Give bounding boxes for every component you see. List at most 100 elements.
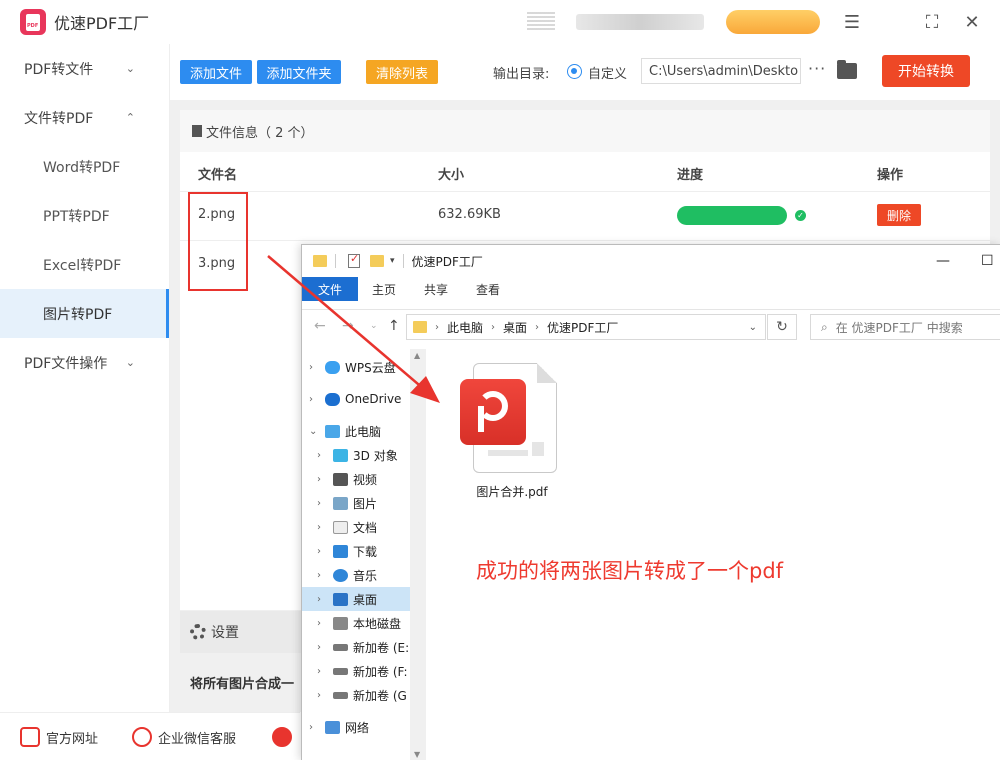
scroll-down-icon[interactable]: ▼ bbox=[414, 750, 420, 759]
search-icon: ⌕ bbox=[821, 319, 828, 334]
add-file-button[interactable]: 添加文件 bbox=[180, 60, 252, 84]
breadcrumb-item[interactable]: 优速PDF工厂 bbox=[547, 319, 618, 336]
footer-link-label: 企业微信客服 bbox=[158, 731, 237, 747]
search-input[interactable]: ⌕ 在 优速PDF工厂 中搜索 bbox=[810, 314, 1000, 340]
tab-view[interactable]: 查看 bbox=[462, 277, 514, 301]
qq-link[interactable] bbox=[272, 727, 298, 747]
file-size-cell: 632.69KB bbox=[438, 207, 501, 222]
nav-item-volume-g[interactable]: › 新加卷 (G bbox=[302, 683, 410, 707]
gear-icon bbox=[190, 624, 206, 640]
column-header-name: 文件名 bbox=[198, 168, 238, 183]
chevron-right-icon: › bbox=[535, 321, 540, 333]
sidebar-item-pdf-to-file[interactable]: PDF转文件 ⌄ bbox=[0, 44, 169, 93]
nav-label: 新加卷 (G bbox=[353, 688, 407, 703]
file-info-title: 文件信息（ 2 个） bbox=[206, 125, 314, 141]
sidebar-item-label: PDF文件操作 bbox=[24, 355, 108, 372]
chevron-down-icon: ⌄ bbox=[125, 356, 135, 369]
nav-label: 新加卷 (F: bbox=[353, 664, 408, 679]
refresh-icon[interactable]: ↻ bbox=[767, 314, 797, 340]
sidebar-item-label: Word转PDF bbox=[43, 159, 121, 176]
chevron-right-icon: › bbox=[309, 721, 313, 733]
chevron-right-icon: › bbox=[317, 593, 321, 605]
nav-item-local-disk[interactable]: › 本地磁盘 bbox=[302, 611, 410, 635]
check-icon: ✓ bbox=[795, 210, 806, 221]
drive-icon bbox=[333, 616, 348, 630]
qq-icon bbox=[272, 727, 292, 747]
output-dir-label: 输出目录: bbox=[493, 67, 550, 82]
toolbar: 添加文件 添加文件夹 清除列表 输出目录: 自定义 C:\Users\admin… bbox=[170, 44, 1000, 100]
nav-item-volume-f[interactable]: › 新加卷 (F: bbox=[302, 659, 410, 683]
nav-label: 此电脑 bbox=[345, 424, 382, 439]
picture-icon bbox=[333, 496, 348, 510]
sidebar-item-ppt-to-pdf[interactable]: PPT转PDF bbox=[0, 191, 169, 240]
nav-item-downloads[interactable]: › 下载 bbox=[302, 539, 410, 563]
chevron-right-icon: › bbox=[317, 497, 321, 509]
nav-item-documents[interactable]: › 文档 bbox=[302, 515, 410, 539]
sidebar-item-label: 图片转PDF bbox=[43, 306, 113, 323]
close-icon[interactable]: ✕ bbox=[960, 10, 984, 34]
document-icon bbox=[192, 125, 202, 137]
chevron-right-icon: › bbox=[317, 665, 321, 677]
drive-icon bbox=[333, 667, 348, 675]
sidebar-item-label: PDF转文件 bbox=[24, 61, 94, 78]
nav-label: 音乐 bbox=[353, 568, 378, 583]
footer-link-label: 官方网址 bbox=[46, 731, 99, 747]
pdf-file-name[interactable]: 图片合并.pdf bbox=[462, 483, 562, 500]
clear-list-button[interactable]: 清除列表 bbox=[366, 60, 438, 84]
footer: 官方网址 企业微信客服 bbox=[0, 712, 300, 760]
sidebar-item-file-to-pdf[interactable]: 文件转PDF ⌃ bbox=[0, 93, 169, 142]
column-header-progress: 进度 bbox=[677, 168, 704, 183]
chevron-right-icon: › bbox=[317, 689, 321, 701]
divider bbox=[180, 240, 990, 241]
folder-icon[interactable] bbox=[837, 60, 857, 79]
maximize-icon[interactable]: ⛶ bbox=[920, 10, 944, 34]
column-header-size: 大小 bbox=[438, 168, 465, 183]
search-placeholder: 在 优速PDF工厂 中搜索 bbox=[835, 320, 963, 335]
nav-item-network[interactable]: › 网络 bbox=[302, 715, 410, 739]
sidebar-item-excel-to-pdf[interactable]: Excel转PDF bbox=[0, 240, 169, 289]
nav-item-desktop[interactable]: › 桌面 bbox=[302, 587, 410, 611]
custom-radio-label[interactable]: 自定义 bbox=[588, 63, 627, 82]
file-info-header: 文件信息（ 2 个） bbox=[180, 110, 990, 152]
start-convert-button[interactable]: 开始转换 bbox=[882, 55, 970, 87]
official-site-link[interactable]: 官方网址 bbox=[20, 727, 98, 747]
output-path-field[interactable]: C:\Users\admin\Deskto bbox=[641, 58, 801, 84]
nav-label: 新加卷 (E: bbox=[353, 640, 410, 655]
menu-icon[interactable]: ☰ bbox=[840, 10, 864, 34]
more-options-icon[interactable]: ··· bbox=[808, 59, 826, 78]
nav-item-videos[interactable]: › 视频 bbox=[302, 467, 410, 491]
address-bar[interactable]: › 此电脑 › 桌面 › 优速PDF工厂 ⌄ bbox=[406, 314, 766, 340]
app-logo-icon bbox=[20, 9, 46, 35]
chevron-right-icon: › bbox=[317, 569, 321, 581]
nav-item-3d-objects[interactable]: › 3D 对象 bbox=[302, 443, 410, 467]
nav-item-music[interactable]: › 音乐 bbox=[302, 563, 410, 587]
video-icon bbox=[333, 472, 348, 486]
chevron-right-icon: › bbox=[317, 521, 321, 533]
wecom-service-link[interactable]: 企业微信客服 bbox=[132, 727, 236, 747]
cube-icon bbox=[333, 448, 348, 462]
nav-label: 文档 bbox=[353, 520, 378, 535]
merge-images-option[interactable]: 将所有图片合成一 bbox=[190, 673, 294, 692]
nav-label: 下载 bbox=[353, 544, 378, 559]
sidebar-item-image-to-pdf[interactable]: 图片转PDF bbox=[0, 289, 169, 338]
pdf-file-icon[interactable] bbox=[460, 361, 558, 475]
music-icon bbox=[333, 568, 348, 582]
document-icon bbox=[333, 520, 348, 534]
nav-item-pictures[interactable]: › 图片 bbox=[302, 491, 410, 515]
add-folder-button[interactable]: 添加文件夹 bbox=[257, 60, 341, 84]
nav-item-volume-e[interactable]: › 新加卷 (E: bbox=[302, 635, 410, 659]
desktop-icon bbox=[333, 592, 348, 606]
minimize-icon[interactable]: — bbox=[936, 253, 950, 269]
breadcrumb-item[interactable]: 桌面 bbox=[503, 319, 527, 336]
chevron-right-icon: › bbox=[317, 545, 321, 557]
sidebar-item-label: 文件转PDF bbox=[24, 110, 94, 127]
delete-button[interactable]: 删除 bbox=[877, 204, 921, 226]
maximize-icon[interactable]: ☐ bbox=[981, 253, 994, 269]
nav-item-this-pc[interactable]: ⌄ 此电脑 bbox=[302, 419, 410, 443]
promo-button[interactable] bbox=[726, 10, 820, 34]
sidebar-item-word-to-pdf[interactable]: Word转PDF bbox=[0, 142, 169, 191]
sidebar: PDF转文件 ⌄ 文件转PDF ⌃ Word转PDF PPT转PDF Excel… bbox=[0, 44, 170, 712]
chevron-down-icon[interactable]: ⌄ bbox=[749, 322, 757, 333]
sidebar-item-pdf-operations[interactable]: PDF文件操作 ⌄ bbox=[0, 338, 169, 387]
custom-radio[interactable] bbox=[567, 64, 582, 79]
